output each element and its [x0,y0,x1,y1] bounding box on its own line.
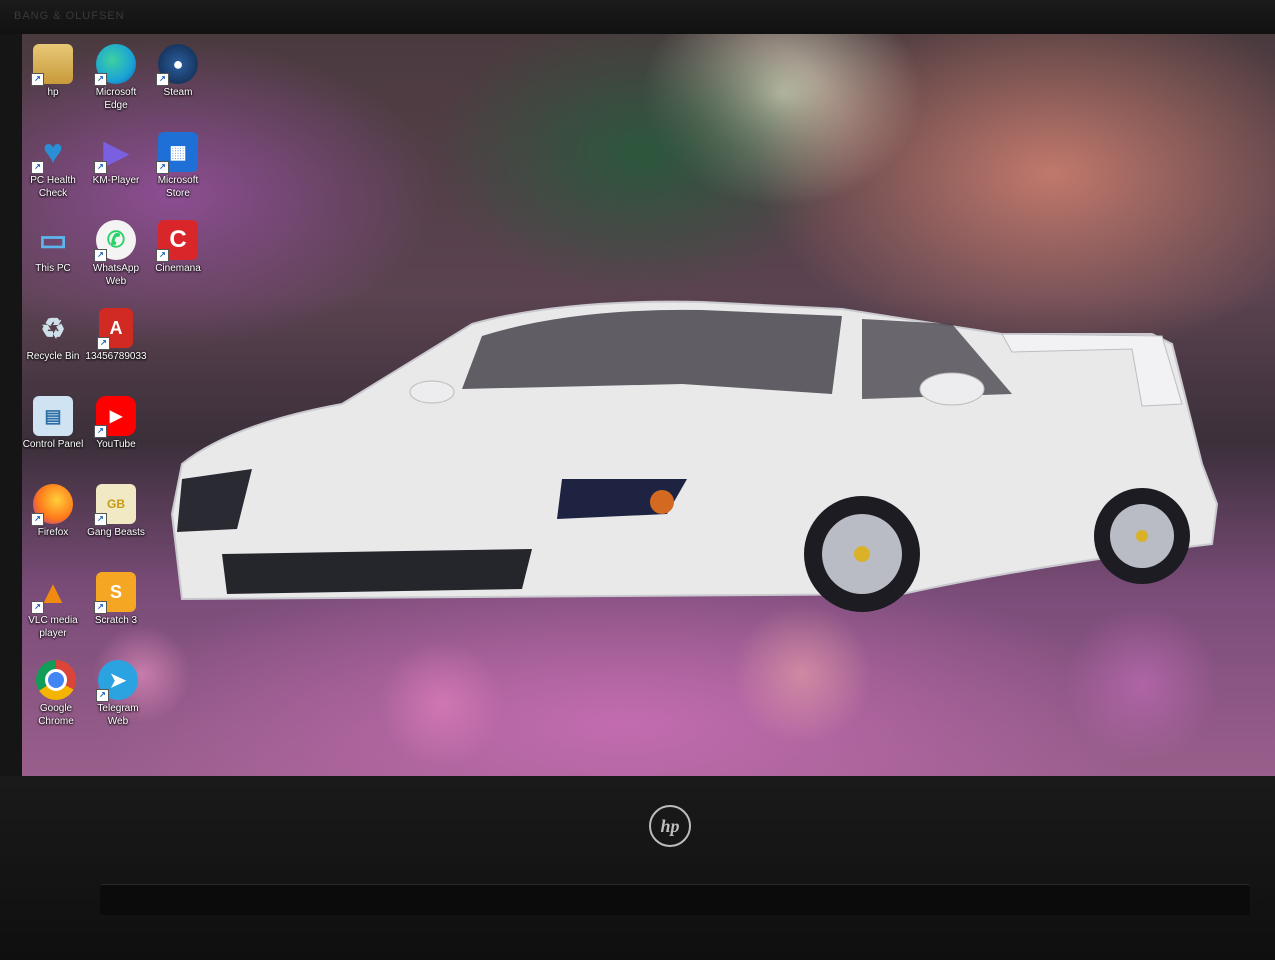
pdf-icon: A ↗ [97,308,133,350]
control-panel-icon: ▤ [33,396,73,436]
desktop-icon-firefox[interactable]: ↗ Firefox [22,484,85,539]
desktop-icon-google-chrome[interactable]: Google Chrome [24,660,88,728]
shortcut-arrow-icon: ↗ [94,161,107,174]
store-icon: ▦ ↗ [156,132,198,174]
desktop-icon-control-panel[interactable]: ▤ Control Panel [22,396,85,451]
cinemana-icon: C ↗ [156,220,198,262]
shortcut-arrow-icon: ↗ [94,513,107,526]
shortcut-arrow-icon: ↗ [156,161,169,174]
shortcut-arrow-icon: ↗ [156,249,169,262]
health-heart-icon: ♥ ↗ [31,132,73,174]
shortcut-arrow-icon: ↗ [31,73,44,86]
user-folder-icon: ↗ [31,44,73,86]
computer-icon: ▭ [38,223,68,257]
shortcut-arrow-icon: ↗ [94,249,107,262]
shortcut-arrow-icon: ↗ [97,337,110,350]
steam-icon: ● ↗ [156,44,198,86]
shortcut-arrow-icon: ↗ [31,513,44,526]
shortcut-arrow-icon: ↗ [156,73,169,86]
desktop-icon-cinemana[interactable]: C ↗ Cinemana [146,220,210,275]
desktop-icon-gang-beasts[interactable]: GB ↗ Gang Beasts [84,484,148,539]
gang-beasts-icon: GB ↗ [94,484,136,526]
telegram-icon: ➤ ↗ [96,660,138,702]
wallpaper-white-sports-car [170,300,1219,612]
desktop-icon-this-pc[interactable]: ▭ This PC [22,220,85,275]
kmplayer-icon: ▶ ↗ [94,132,136,174]
shortcut-arrow-icon: ↗ [94,73,107,86]
shortcut-arrow-icon: ↗ [94,425,107,438]
desktop-icon-whatsapp-web[interactable]: ✆ ↗ WhatsApp Web [84,220,148,288]
shortcut-arrow-icon: ↗ [31,161,44,174]
recycle-bin-icon: ♻ [40,312,66,344]
edge-icon: ↗ [94,44,136,86]
shortcut-arrow-icon: ↗ [96,689,109,702]
vlc-cone-icon: ▲ ↗ [31,572,73,614]
hp-logo: hp [649,805,691,847]
chrome-icon [36,660,76,700]
shortcut-arrow-icon: ↗ [94,601,107,614]
desktop-icon-vlc[interactable]: ▲ ↗ VLC media player [22,572,85,640]
laptop-hinge [100,884,1250,915]
desktop-icon-km-player[interactable]: ▶ ↗ KM-Player [84,132,148,187]
youtube-icon: ▶ ↗ [94,396,136,438]
desktop-screen[interactable]: ↗ hp ↗ Microsoft Edge ● ↗ Steam ♥ ↗ PC H… [22,34,1275,776]
desktop-icon-telegram-web[interactable]: ➤ ↗ Telegram Web [86,660,150,728]
bezel-brand-text: BANG & OLUFSEN [14,10,125,22]
desktop-icon-pdf-file[interactable]: A ↗ 13456789033 [84,308,148,363]
desktop-icon-scratch-3[interactable]: S ↗ Scratch 3 [84,572,148,627]
laptop-bottom-bezel [0,776,1275,960]
desktop-icon-steam[interactable]: ● ↗ Steam [146,44,210,99]
firefox-icon: ↗ [31,484,73,526]
desktop-icon-recycle-bin[interactable]: ♻ Recycle Bin [22,308,85,363]
desktop-icon-microsoft-store[interactable]: ▦ ↗ Microsoft Store [146,132,210,200]
laptop-top-bezel: BANG & OLUFSEN [0,0,1275,34]
scratch-icon: S ↗ [94,572,136,614]
whatsapp-icon: ✆ ↗ [94,220,136,262]
desktop-icon-microsoft-edge[interactable]: ↗ Microsoft Edge [84,44,148,112]
shortcut-arrow-icon: ↗ [31,601,44,614]
desktop-icon-hp[interactable]: ↗ hp [22,44,85,99]
desktop-icon-pc-health-check[interactable]: ♥ ↗ PC Health Check [22,132,85,200]
desktop-icon-youtube[interactable]: ▶ ↗ YouTube [84,396,148,451]
